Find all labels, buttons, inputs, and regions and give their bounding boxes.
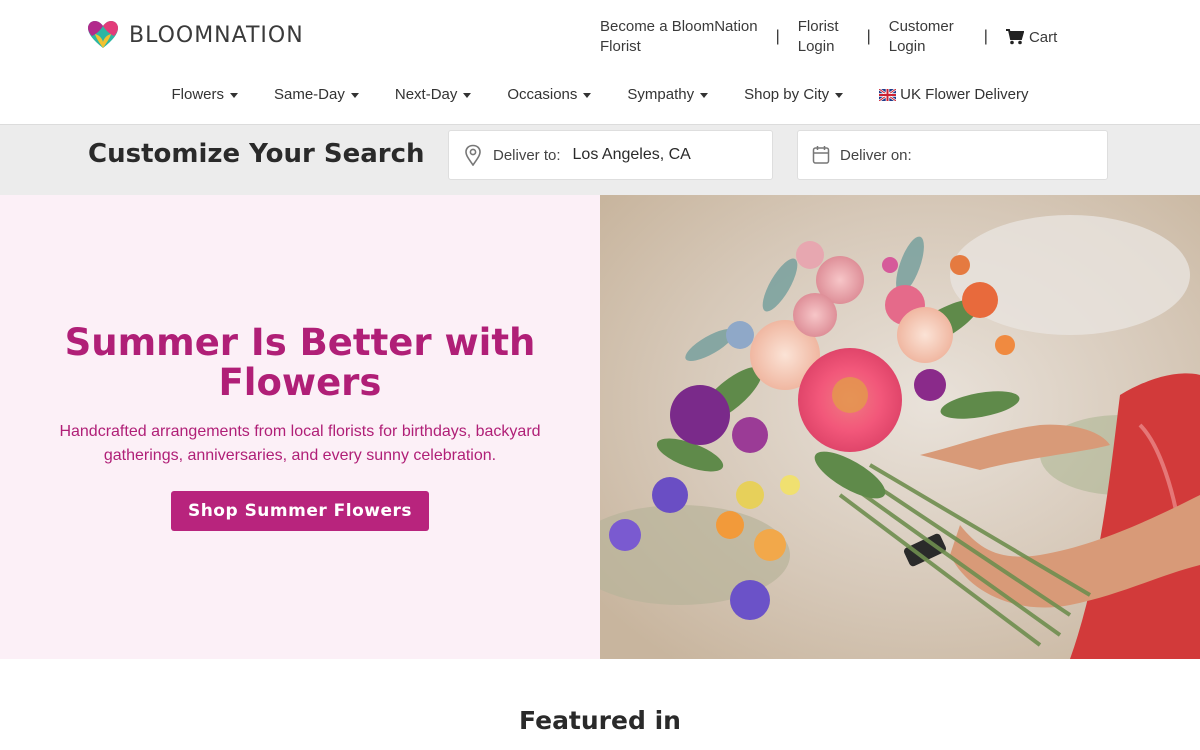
nav-uk-delivery-label: UK Flower Delivery xyxy=(900,86,1029,103)
nav-flowers[interactable]: Flowers xyxy=(171,86,238,103)
deliver-on-input[interactable] xyxy=(921,146,1102,164)
deliver-to-field[interactable]: Deliver to: Los Angeles, CA xyxy=(448,130,773,180)
deliver-to-label: Deliver to: xyxy=(493,146,561,164)
become-florist-link[interactable]: Become a BloomNation Florist xyxy=(600,17,758,57)
nav-uk-delivery[interactable]: UK Flower Delivery xyxy=(879,86,1029,103)
nav-sympathy-label: Sympathy xyxy=(627,86,695,103)
become-florist-line-2: Florist xyxy=(600,38,641,55)
search-title: Customize Your Search xyxy=(88,139,425,169)
customer-login-link[interactable]: Customer Login xyxy=(889,17,954,57)
nav-next-day-label: Next-Day xyxy=(394,86,458,103)
become-florist-line-1: Become a BloomNation xyxy=(600,18,758,35)
link-separator: | xyxy=(866,28,871,45)
hero-title: Summer Is Better with Flowers xyxy=(64,321,536,404)
bouquet-photo xyxy=(600,195,1200,659)
deliver-on-field[interactable]: Deliver on: xyxy=(797,130,1108,180)
caret-down-icon xyxy=(835,92,844,98)
cart-icon xyxy=(1005,29,1024,45)
link-separator: | xyxy=(775,28,780,45)
nav-occasions[interactable]: Occasions xyxy=(507,86,592,103)
bloomnation-logo-icon xyxy=(88,21,118,48)
brand-name: BLOOMNATION xyxy=(129,22,304,48)
caret-down-icon xyxy=(700,92,709,98)
account-links: Become a BloomNation Florist | Florist L… xyxy=(600,15,1057,59)
caret-down-icon xyxy=(583,92,592,98)
nav-occasions-label: Occasions xyxy=(507,86,578,103)
link-separator: | xyxy=(983,28,988,45)
brand-logo[interactable]: BLOOMNATION xyxy=(87,20,304,50)
hero-subtitle: Handcrafted arrangements from local flor… xyxy=(59,423,541,464)
top-header: BLOOMNATION Become a BloomNation Florist… xyxy=(0,0,1200,72)
florist-login-link[interactable]: Florist Login xyxy=(798,17,839,57)
main-nav: Flowers Same-Day Next-Day Occasions Symp… xyxy=(0,86,1200,103)
nav-next-day[interactable]: Next-Day xyxy=(395,86,472,103)
hero-panel: Summer Is Better with Flowers Handcrafte… xyxy=(0,195,600,659)
nav-sympathy[interactable]: Sympathy xyxy=(627,86,709,103)
shop-summer-flowers-button[interactable]: Shop Summer Flowers xyxy=(171,491,429,531)
florist-login-line-2: Login xyxy=(797,38,835,55)
nav-shop-by-city-label: Shop by City xyxy=(744,86,830,103)
nav-same-day[interactable]: Same-Day xyxy=(274,86,359,103)
search-bar-section: Customize Your Search Deliver to: Los An… xyxy=(0,124,1200,195)
deliver-on-label: Deliver on: xyxy=(840,146,912,164)
nav-same-day-label: Same-Day xyxy=(274,86,345,103)
customer-login-line-1: Customer xyxy=(888,18,954,35)
customer-login-line-2: Login xyxy=(888,38,926,55)
hero-bouquet-image xyxy=(600,195,1200,659)
caret-down-icon xyxy=(230,92,238,98)
cart-button[interactable]: Cart xyxy=(1005,28,1058,46)
nav-flowers-label: Flowers xyxy=(171,86,224,103)
florist-login-line-1: Florist xyxy=(797,18,839,35)
location-pin-icon xyxy=(465,144,481,166)
caret-down-icon xyxy=(463,92,472,98)
nav-shop-by-city[interactable]: Shop by City xyxy=(744,86,844,103)
uk-flag-icon xyxy=(879,88,897,101)
caret-down-icon xyxy=(350,92,359,98)
featured-in-heading: Featured in xyxy=(519,706,681,735)
calendar-icon xyxy=(812,146,830,164)
deliver-to-value[interactable]: Los Angeles, CA xyxy=(573,146,691,164)
cart-label: Cart xyxy=(1028,28,1058,46)
